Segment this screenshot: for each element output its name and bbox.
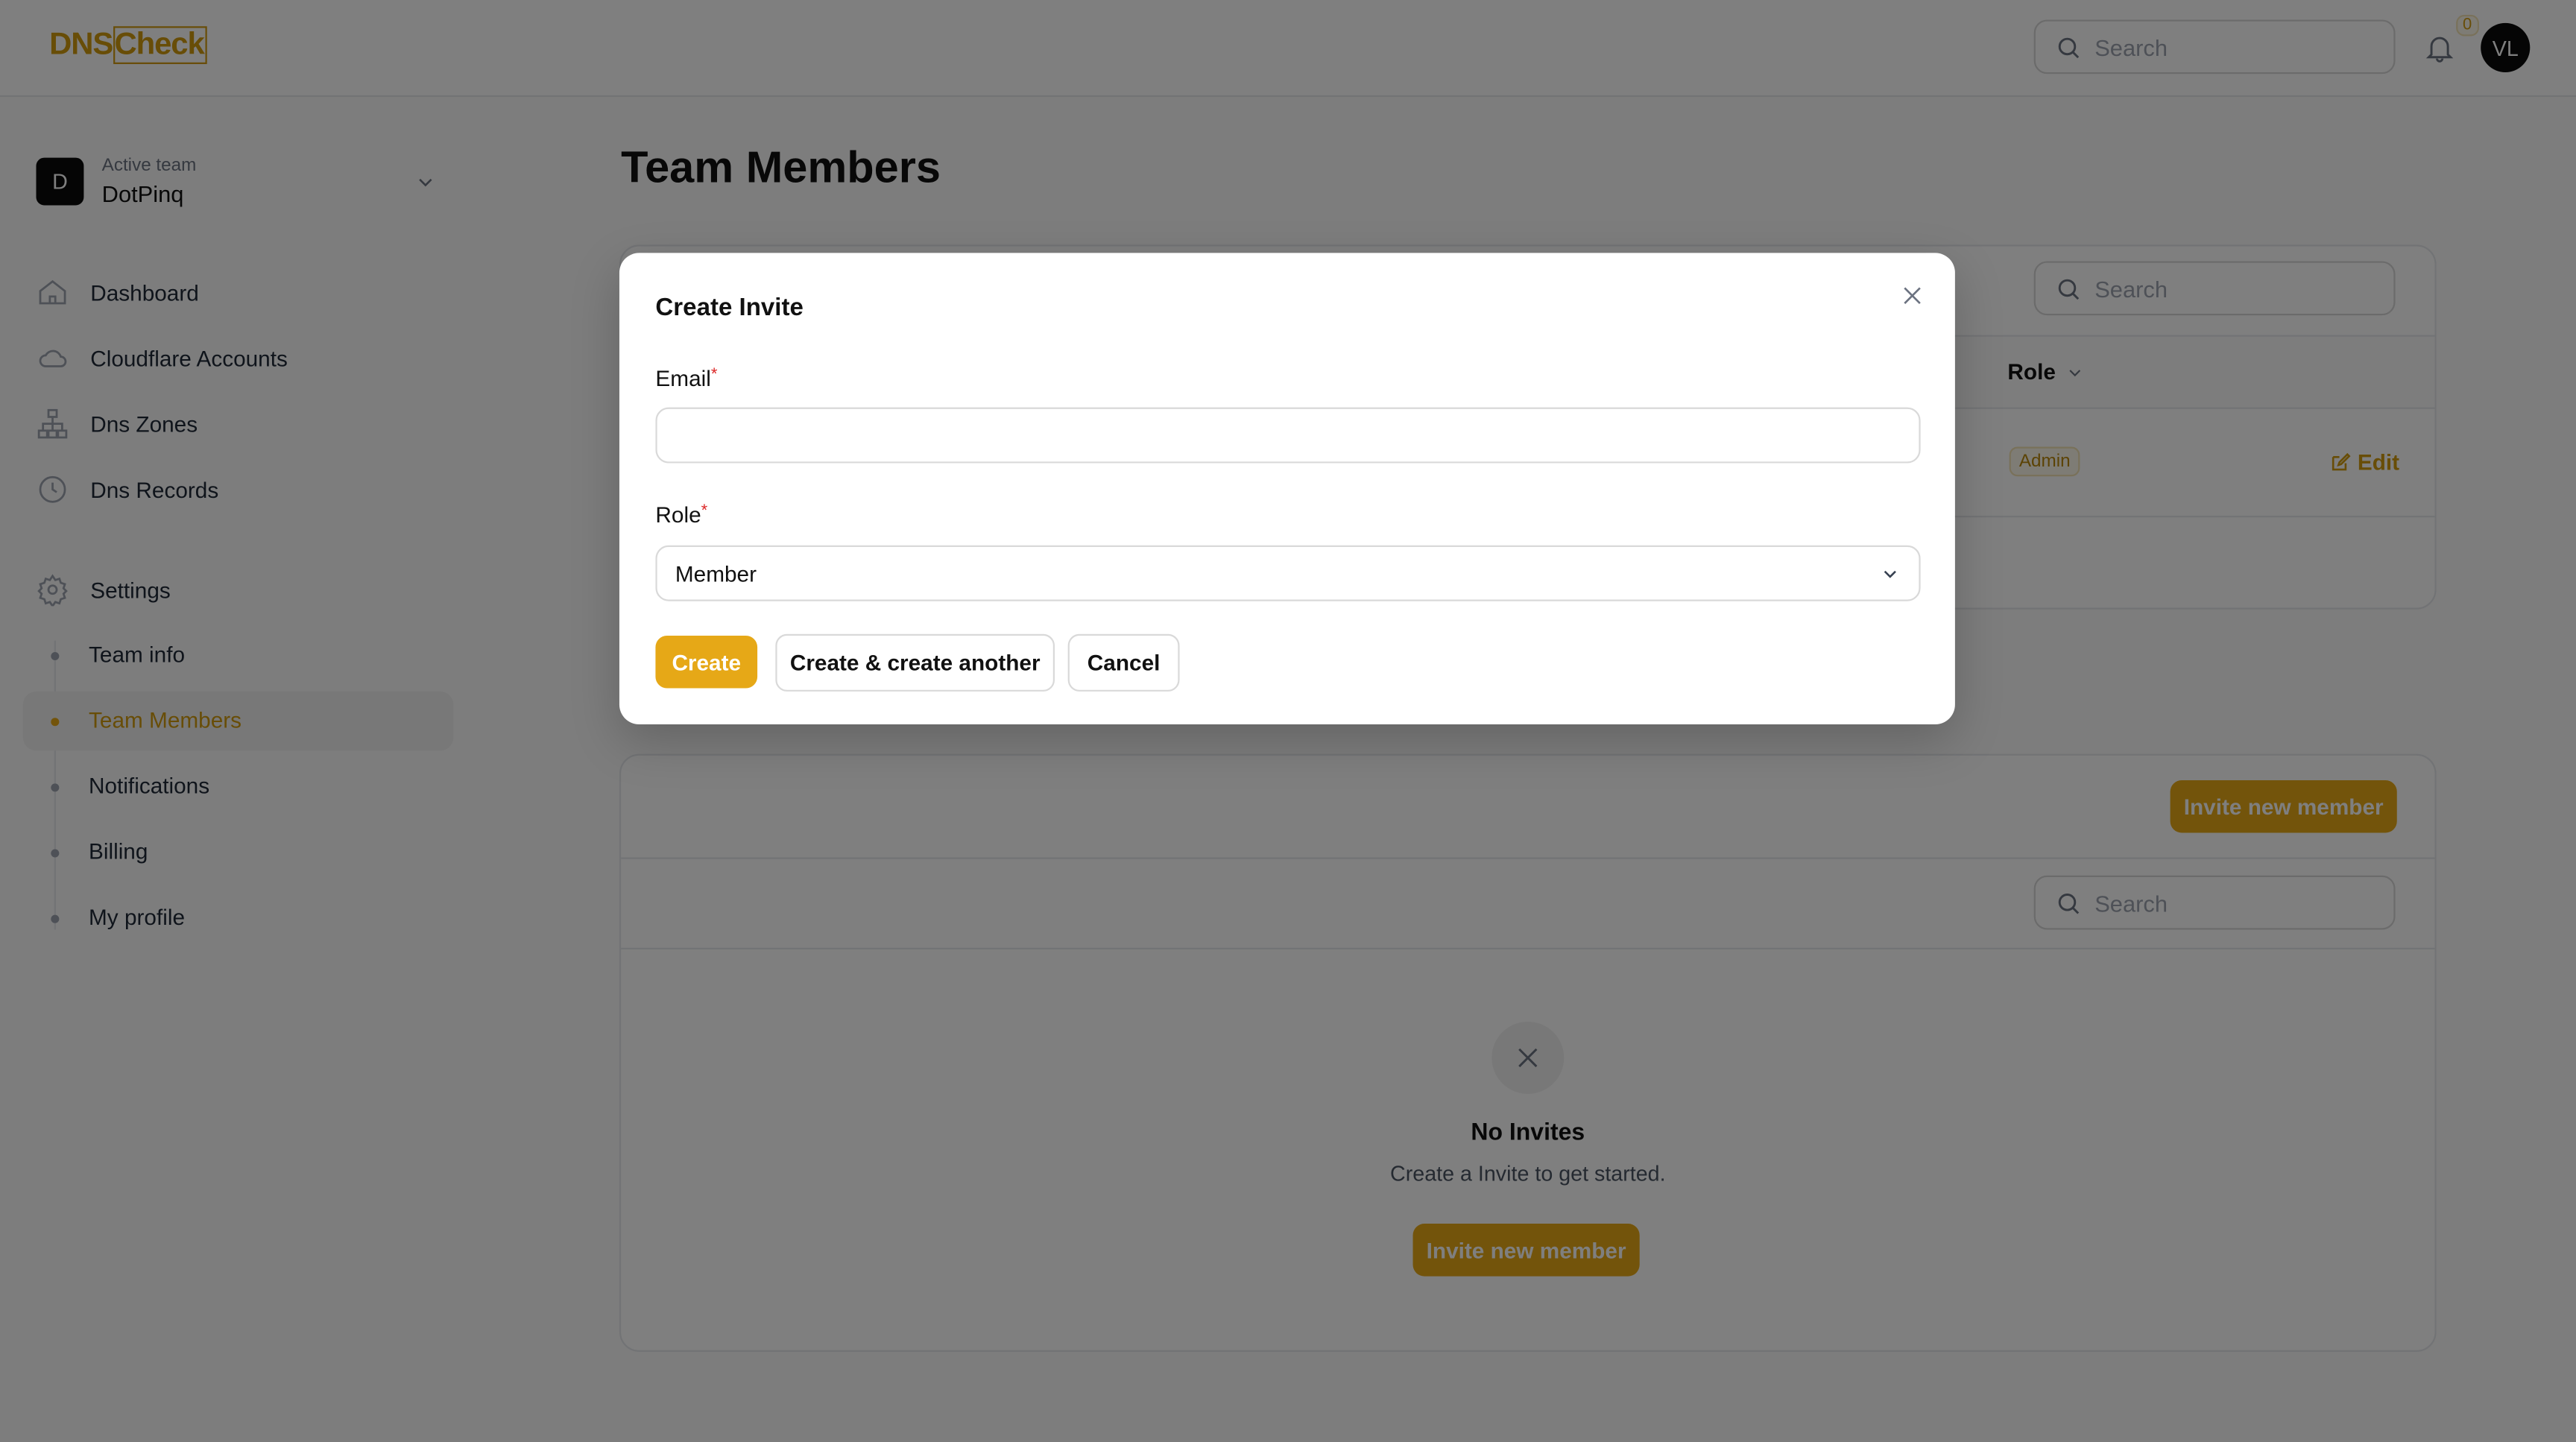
role-selected-value: Member	[675, 560, 757, 586]
cancel-button[interactable]: Cancel	[1067, 633, 1180, 692]
role-label: Role*	[655, 502, 707, 527]
create-invite-modal: Create Invite Email* Role* Member Create…	[619, 253, 1955, 725]
required-mark: *	[701, 502, 708, 521]
create-button[interactable]: Create	[655, 635, 758, 689]
chevron-down-icon	[1884, 569, 1896, 578]
email-input[interactable]	[655, 407, 1921, 464]
email-label: Email*	[655, 367, 717, 391]
close-icon[interactable]	[1899, 282, 1925, 309]
create-and-create-another-button[interactable]: Create & create another	[775, 633, 1055, 692]
required-mark: *	[710, 366, 718, 385]
label-text: Email	[655, 366, 711, 391]
role-select[interactable]: Member	[655, 545, 1921, 601]
modal-title: Create Invite	[655, 294, 804, 323]
label-text: Role	[655, 502, 701, 528]
